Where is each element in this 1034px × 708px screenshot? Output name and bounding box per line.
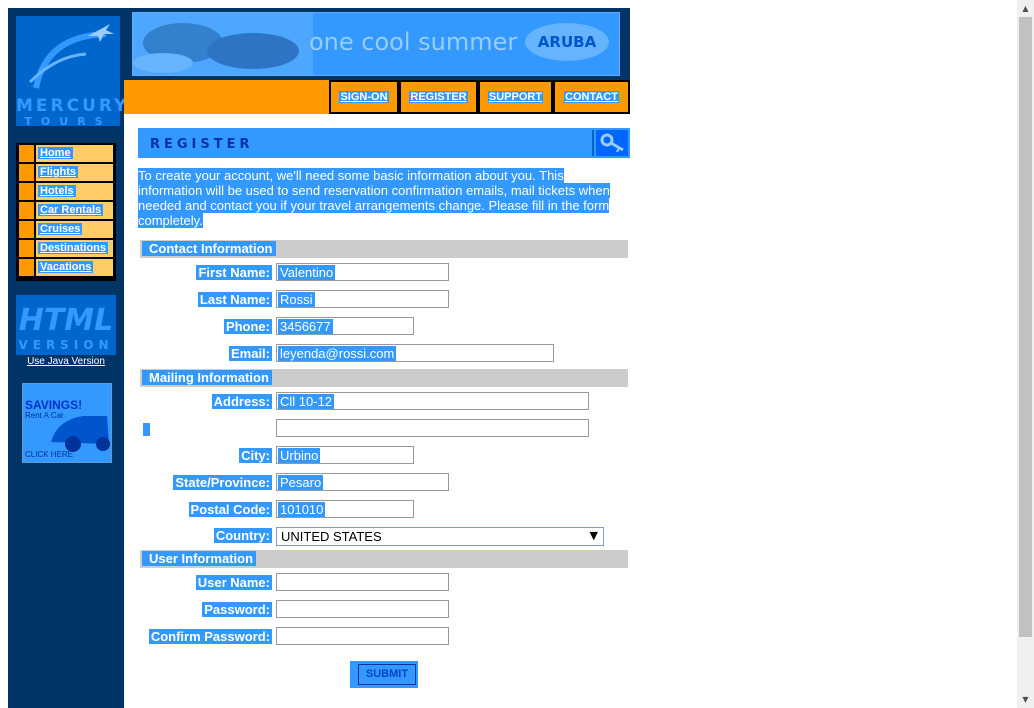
html-version-subtitle: VERSION: [18, 338, 114, 352]
logo-subtitle: TOURS: [24, 115, 112, 128]
aruba-logo-text: ARUBA: [537, 33, 597, 51]
nav-link-home[interactable]: Home: [38, 147, 73, 159]
rent-a-car-ad[interactable]: SAVINGS! Rent A Car CLICK HERE: [22, 383, 112, 463]
nav-item-vacations[interactable]: Vacations: [19, 259, 113, 276]
key-icon: [596, 130, 628, 156]
airplane-icon: [28, 24, 114, 89]
section-mailing-information: Mailing Information: [140, 369, 628, 387]
vertical-scrollbar[interactable]: ▲ ▼: [1017, 0, 1034, 708]
top-nav-sign-on[interactable]: SIGN-ON: [329, 80, 399, 114]
nav-link-car-rentals[interactable]: Car Rentals: [38, 204, 104, 216]
nav-item-destinations[interactable]: Destinations: [19, 240, 113, 257]
top-nav-register[interactable]: REGISTER: [399, 80, 478, 114]
support-link[interactable]: SUPPORT: [487, 91, 544, 103]
country-select[interactable]: UNITED STATES ▼: [276, 527, 604, 546]
submit-button[interactable]: SUBMIT: [358, 664, 416, 685]
email-input[interactable]: leyenda@rossi.com: [276, 344, 554, 362]
html-version-title: HTML: [18, 303, 114, 338]
page-title: REGISTER: [150, 137, 254, 152]
country-label: Country:: [213, 528, 272, 543]
address-input[interactable]: Cll 10-12: [276, 392, 589, 410]
banner-photo: [133, 13, 313, 75]
java-version-link[interactable]: Use Java Version: [8, 356, 124, 367]
nav-link-flights[interactable]: Flights: [38, 166, 79, 178]
nav-link-vacations[interactable]: Vacations: [38, 261, 94, 273]
scroll-thumb[interactable]: [1019, 17, 1032, 637]
first-name-label: First Name:: [196, 265, 272, 280]
submit-wrapper: SUBMIT: [350, 661, 418, 688]
last-name-label: Last Name:: [197, 292, 272, 307]
side-nav: Home Flights Hotels Car Rentals Cruises …: [16, 143, 116, 281]
contact-link[interactable]: CONTACT: [564, 91, 619, 103]
left-sidebar: MERCURY TOURS Home Flights Hotels Car Re…: [8, 8, 130, 708]
nav-item-cruises[interactable]: Cruises: [19, 221, 113, 238]
nav-item-car-rentals[interactable]: Car Rentals: [19, 202, 113, 219]
intro-text-content: To create your account, we'll need some …: [138, 168, 610, 228]
phone-input[interactable]: 3456677: [276, 317, 414, 335]
city-input[interactable]: Urbino: [276, 446, 414, 464]
country-value: UNITED STATES: [281, 529, 382, 544]
scroll-down-arrow-icon[interactable]: ▼: [1017, 691, 1034, 708]
section-title: Mailing Information: [142, 370, 272, 385]
first-name-input[interactable]: Valentino: [276, 263, 449, 281]
last-name-input[interactable]: Rossi: [276, 290, 449, 308]
city-value: Urbino: [278, 448, 321, 463]
section-title: Contact Information: [142, 241, 276, 256]
postal-code-label: Postal Code:: [188, 502, 272, 517]
address2-input[interactable]: [276, 419, 589, 437]
postal-code-value: 101010: [278, 502, 326, 517]
address-value: Cll 10-12: [278, 394, 335, 409]
ad-cta[interactable]: CLICK HERE: [25, 450, 73, 459]
state-input[interactable]: Pesaro: [276, 473, 449, 491]
email-value: leyenda@rossi.com: [278, 346, 397, 361]
mercury-tours-logo[interactable]: MERCURY TOURS: [16, 16, 130, 128]
aruba-logo: ARUBA: [525, 23, 609, 61]
user-name-input[interactable]: [276, 573, 449, 591]
banner-slogan: one cool summer: [309, 28, 518, 56]
state-label: State/Province:: [173, 475, 272, 490]
address2-label-marker: [143, 423, 150, 436]
logo-title: MERCURY: [16, 96, 130, 116]
phone-value: 3456677: [278, 319, 333, 334]
scroll-up-arrow-icon[interactable]: ▲: [1017, 0, 1034, 17]
promo-banner[interactable]: one cool summer ARUBA: [124, 8, 630, 80]
password-label: Password:: [202, 602, 272, 617]
section-contact-information: Contact Information: [140, 240, 628, 258]
confirm-password-label: Confirm Password:: [148, 629, 272, 644]
confirm-password-input[interactable]: [276, 627, 449, 645]
postal-code-input[interactable]: 101010: [276, 500, 414, 518]
top-nav-contact[interactable]: CONTACT: [553, 80, 630, 114]
address-label: Address:: [211, 394, 272, 409]
top-nav-support[interactable]: SUPPORT: [478, 80, 553, 114]
sign-on-link[interactable]: SIGN-ON: [339, 91, 389, 103]
intro-text: To create your account, we'll need some …: [138, 168, 628, 228]
user-name-label: User Name:: [195, 575, 272, 590]
register-link[interactable]: REGISTER: [409, 91, 468, 103]
city-label: City:: [239, 448, 272, 463]
ad-title: SAVINGS!: [25, 398, 83, 412]
nav-item-hotels[interactable]: Hotels: [19, 183, 113, 200]
phone-label: Phone:: [223, 319, 272, 334]
nav-link-cruises[interactable]: Cruises: [38, 223, 83, 235]
dropdown-arrow-icon[interactable]: ▼: [590, 529, 598, 542]
email-label: Email:: [228, 346, 272, 361]
section-title: User Information: [142, 551, 257, 566]
password-input[interactable]: [276, 600, 449, 618]
ad-subtitle: Rent A Car: [25, 411, 64, 420]
html-version-badge: HTML VERSION: [16, 295, 116, 355]
state-value: Pesaro: [278, 475, 324, 490]
register-header: REGISTER: [138, 128, 630, 158]
nav-item-home[interactable]: Home: [19, 145, 113, 162]
nav-item-flights[interactable]: Flights: [19, 164, 113, 181]
nav-link-hotels[interactable]: Hotels: [38, 185, 76, 197]
nav-link-destinations[interactable]: Destinations: [38, 242, 109, 254]
last-name-value: Rossi: [278, 292, 315, 307]
first-name-value: Valentino: [278, 265, 336, 280]
section-user-information: User Information: [140, 550, 628, 568]
